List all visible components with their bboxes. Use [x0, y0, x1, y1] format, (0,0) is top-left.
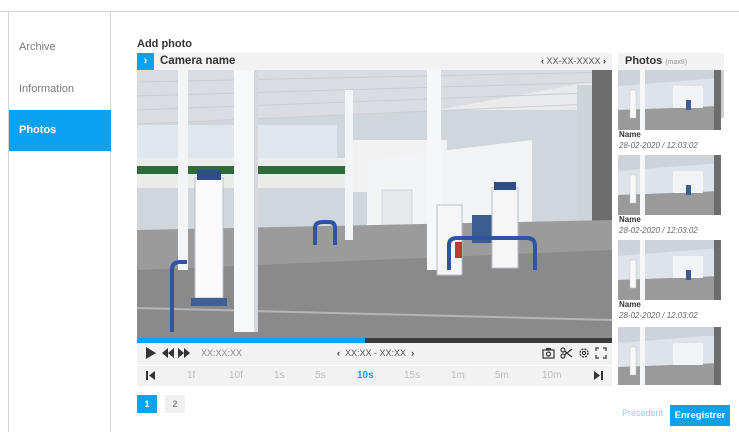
photos-scrollbar[interactable] [721, 70, 724, 118]
speed-1s[interactable]: 1s [274, 370, 285, 381]
speed-selector: 1f 10f 1s 5s 10s 15s 1m 5m 10m [137, 366, 612, 386]
fast-forward-icon[interactable] [178, 347, 190, 361]
rewind-icon[interactable] [162, 347, 174, 361]
speed-1f[interactable]: 1f [187, 370, 195, 381]
settings-icon[interactable] [578, 347, 590, 361]
save-button[interactable]: Enregistrer [670, 405, 730, 426]
video-frame[interactable] [137, 70, 612, 338]
photo-date: 28-02-2020 / 12:03:02 [619, 311, 698, 320]
photo-name: Name [619, 300, 641, 309]
sidebar-item-photos[interactable]: Photos [9, 110, 111, 151]
time-range: ‹ XX:XX - XX:XX › [337, 348, 414, 358]
playback-controls: XX:XX:XX ‹ XX:XX - XX:XX › [137, 343, 612, 365]
speed-10f[interactable]: 10f [229, 370, 243, 381]
page-title: Add photo [137, 38, 192, 50]
previous-button[interactable]: Précédent [622, 408, 663, 418]
photo-name: Name [619, 215, 641, 224]
camera-icon[interactable] [542, 347, 555, 361]
time-range-value: XX:XX - XX:XX [345, 348, 407, 358]
fullscreen-icon[interactable] [595, 347, 607, 361]
chevron-right-icon[interactable]: › [411, 348, 414, 358]
camera-header: › Camera name ‹ XX-XX-XXXX › [137, 53, 612, 70]
photo-thumbnail[interactable] [618, 155, 721, 215]
speed-1m[interactable]: 1m [451, 370, 465, 381]
sidebar: Archive Information Photos [8, 12, 111, 432]
chevron-left-icon[interactable]: ‹ [541, 56, 544, 66]
page-2-button[interactable]: 2 [165, 395, 185, 413]
photos-title: Photos [625, 55, 663, 67]
speed-5s[interactable]: 5s [315, 370, 326, 381]
play-icon[interactable] [146, 347, 156, 361]
chevron-left-icon[interactable]: ‹ [337, 348, 340, 358]
page-1-button[interactable]: 1 [137, 395, 157, 413]
scissors-icon[interactable] [560, 347, 573, 361]
camera-date: XX-XX-XXXX [546, 56, 601, 66]
camera-image [137, 70, 612, 338]
speed-10s[interactable]: 10s [357, 370, 374, 381]
photos-max: (max8) [665, 59, 688, 66]
chevron-right-icon[interactable]: › [603, 56, 606, 66]
photo-date: 28-02-2020 / 12:03:02 [619, 141, 698, 150]
photo-date: 28-02-2020 / 12:03:02 [619, 226, 698, 235]
speed-15s[interactable]: 15s [404, 370, 420, 381]
step-back-icon[interactable] [146, 370, 156, 384]
sidebar-item-information[interactable]: Information [9, 69, 111, 110]
camera-name: Camera name [160, 55, 236, 67]
step-forward-icon[interactable] [593, 370, 603, 384]
photo-thumbnail[interactable] [618, 327, 721, 385]
photo-thumbnail[interactable] [618, 70, 721, 130]
speed-10m[interactable]: 10m [542, 370, 561, 381]
photo-name: Name [619, 130, 641, 139]
speed-5m[interactable]: 5m [495, 370, 509, 381]
timecode: XX:XX:XX [201, 348, 243, 358]
photos-header: Photos (max8) [618, 53, 724, 70]
sidebar-item-archive[interactable]: Archive [9, 27, 111, 68]
photos-panel: Photos (max8) Name 28-02-2020 / 12:03:02… [618, 53, 724, 385]
chevron-right-icon[interactable]: › [137, 53, 154, 70]
date-navigator: ‹ XX-XX-XXXX › [541, 55, 606, 68]
photo-thumbnail[interactable] [618, 240, 721, 300]
